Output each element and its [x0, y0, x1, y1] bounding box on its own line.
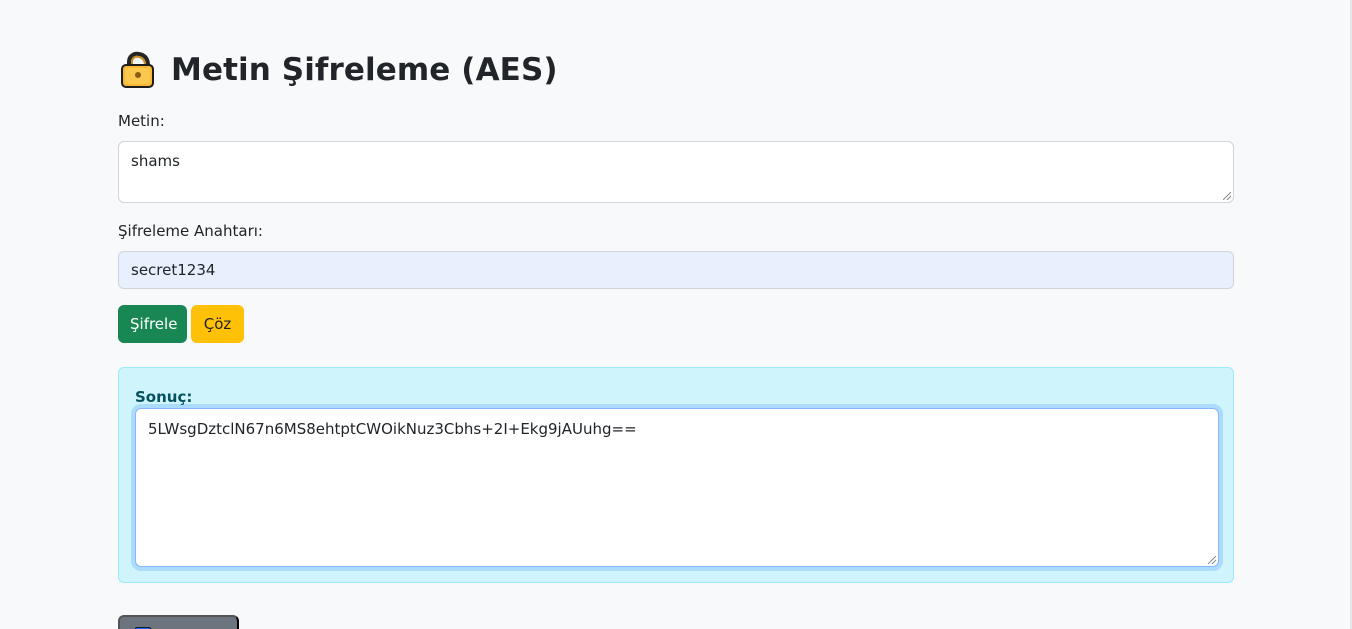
encryption-key-input[interactable]: secret1234 [118, 251, 1234, 289]
result-label: Sonuç: [135, 388, 193, 406]
page-title: Metin Şifreleme (AES) [118, 48, 558, 92]
text-label: Metin: [118, 112, 165, 130]
encryption-key-value: secret1234 [131, 261, 216, 279]
encrypt-button[interactable]: Şifrele [118, 305, 187, 343]
result-textarea[interactable]: 5LWsgDztclN67n6MS8ehtptCWOikNuz3Cbhs+2I+… [135, 408, 1219, 567]
plain-text-textarea[interactable]: shams [118, 141, 1234, 203]
resize-handle-icon[interactable] [1208, 556, 1216, 564]
lock-icon [118, 50, 158, 90]
result-panel: Sonuç: 5LWsgDztclN67n6MS8ehtptCWOikNuz3C… [118, 367, 1234, 583]
decrypt-button[interactable]: Çöz [191, 305, 244, 343]
plain-text-value: shams [131, 152, 180, 170]
page-title-text: Metin Şifreleme (AES) [171, 51, 558, 88]
result-value: 5LWsgDztclN67n6MS8ehtptCWOikNuz3Cbhs+2I+… [148, 420, 637, 438]
bottom-action-button[interactable] [118, 615, 239, 629]
key-label: Şifreleme Anahtarı: [118, 222, 263, 240]
resize-handle-icon[interactable] [1223, 192, 1231, 200]
aes-text-encryption-page: Metin Şifreleme (AES) Metin: shams Şifre… [0, 0, 1352, 629]
